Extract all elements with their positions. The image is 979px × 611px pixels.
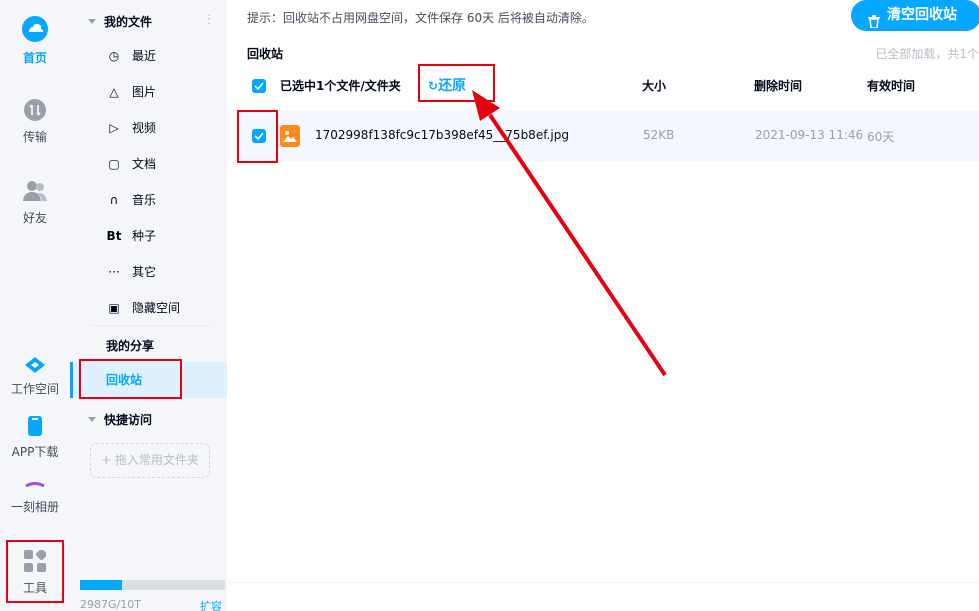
rail-friends[interactable]: 好友	[0, 180, 70, 226]
phone-icon	[28, 416, 42, 439]
nav-item-torrents[interactable]: Bt 种子	[106, 218, 156, 254]
file-valid-time: 60天	[867, 130, 895, 144]
column-deleted-time-header[interactable]: 删除时间	[754, 77, 802, 94]
recycle-tip: 提示：回收站不占用网盘空间，文件保存 60天 后将被自动清除。	[247, 11, 594, 25]
rail-album[interactable]: 一刻相册	[0, 480, 70, 515]
annotation-box-tools	[6, 540, 64, 603]
storage-quota-text: 2987G/10T	[80, 598, 141, 611]
play-icon: ▷	[109, 121, 119, 135]
headphones-icon: ∩	[109, 193, 119, 207]
nav-item-images-label: 图片	[132, 85, 157, 99]
nav-item-other-label: 其它	[132, 265, 157, 279]
file-size: 52KB	[643, 128, 675, 142]
active-indicator	[70, 362, 73, 398]
rail-home-label: 首页	[22, 51, 47, 65]
nav-item-recent-label: 最近	[132, 49, 157, 63]
nav-divider	[92, 325, 210, 326]
more-icon: ···	[108, 265, 120, 279]
workspace-icon	[25, 357, 45, 376]
nav-group-my-files[interactable]: 我的文件	[88, 13, 152, 30]
nav-item-hidden-space[interactable]: ▣ 隐藏空间	[106, 290, 180, 326]
rail-app-label: APP下载	[11, 445, 59, 459]
rail-transfer-label: 传输	[22, 130, 47, 144]
cloud-icon	[22, 16, 48, 45]
annotation-box-checkbox	[237, 110, 278, 163]
nav-item-torrents-label: 种子	[132, 229, 157, 243]
nav-item-music-label: 音乐	[132, 193, 157, 207]
nav-item-documents[interactable]: ▢ 文档	[106, 146, 156, 182]
collapse-triangle-icon	[88, 19, 96, 24]
nav-item-other[interactable]: ··· 其它	[106, 254, 156, 290]
image-file-icon	[280, 125, 300, 147]
annotation-box-recycle-bin	[79, 359, 182, 399]
transfer-icon	[24, 99, 46, 124]
empty-recycle-bin-label: 清空回收站	[887, 7, 957, 23]
empty-recycle-bin-button[interactable]: 清空回收站	[851, 0, 979, 31]
expand-storage-link[interactable]: 扩容	[200, 598, 222, 611]
loaded-status: 已全部加载，共1个	[875, 47, 979, 61]
clock-icon: ◷	[108, 49, 120, 63]
nav-item-my-share[interactable]: 我的分享	[106, 337, 154, 354]
nav-group-quick-access-label: 快捷访问	[104, 413, 153, 427]
nav-sidebar: 我的文件 ⋮ ◷ 最近 △ 图片 ▷ 视频 ▢ 文档 ∩ 音乐 Bt 种子 ··· 其它 ▣ 隐…	[70, 0, 227, 611]
nav-item-recent[interactable]: ◷ 最近	[106, 38, 156, 74]
file-name[interactable]: 1702998f138fc9c17b398ef45__75b8ef.jpg	[315, 128, 569, 142]
nav-item-videos[interactable]: ▷ 视频	[106, 110, 156, 146]
trash-icon	[868, 9, 880, 40]
nav-item-music[interactable]: ∩ 音乐	[106, 182, 156, 218]
rail-home[interactable]: 首页	[0, 16, 70, 66]
select-all-checkbox[interactable]	[252, 79, 266, 93]
lock-icon: ▣	[108, 301, 120, 315]
friends-icon	[23, 180, 47, 205]
quick-access-dropzone[interactable]: + 拖入常用文件夹	[90, 443, 210, 478]
more-vertical-icon[interactable]: ⋮	[203, 12, 215, 26]
main-content: 提示：回收站不占用网盘空间，文件保存 60天 后将被自动清除。 清空回收站 回收…	[227, 0, 979, 611]
nav-group-my-files-label: 我的文件	[104, 15, 153, 29]
rail-workspace-label: 工作空间	[10, 382, 59, 396]
annotation-box-restore	[418, 64, 495, 102]
nav-item-videos-label: 视频	[132, 121, 157, 135]
image-icon: △	[109, 85, 119, 99]
file-deleted-time: 2021-09-13 11:46	[755, 128, 864, 142]
selection-count: 已选中1个文件/文件夹	[280, 79, 401, 93]
column-size-header[interactable]: 大小	[642, 77, 666, 94]
collapse-triangle-icon	[88, 417, 96, 422]
nav-item-documents-label: 文档	[132, 157, 157, 171]
storage-quota-fill	[80, 580, 123, 590]
left-rail: 首页 传输 好友 工作空间 APP下载 一刻相册 工具	[0, 0, 70, 611]
rail-transfer[interactable]: 传输	[0, 99, 70, 145]
storage-quota-bar	[80, 580, 225, 590]
column-valid-time-header[interactable]: 有效时间	[867, 77, 915, 94]
rail-friends-label: 好友	[22, 211, 47, 225]
nav-item-images[interactable]: △ 图片	[106, 74, 156, 110]
nav-item-hidden-space-label: 隐藏空间	[132, 301, 181, 315]
footer-divider	[227, 582, 979, 583]
bt-icon: Bt	[106, 229, 122, 243]
document-icon: ▢	[108, 157, 120, 171]
rail-workspace[interactable]: 工作空间	[0, 357, 70, 397]
nav-group-quick-access[interactable]: 快捷访问	[88, 411, 152, 428]
album-icon	[24, 480, 46, 494]
rail-album-label: 一刻相册	[10, 500, 59, 514]
rail-app-download[interactable]: APP下载	[0, 416, 70, 460]
page-title: 回收站	[247, 47, 284, 61]
